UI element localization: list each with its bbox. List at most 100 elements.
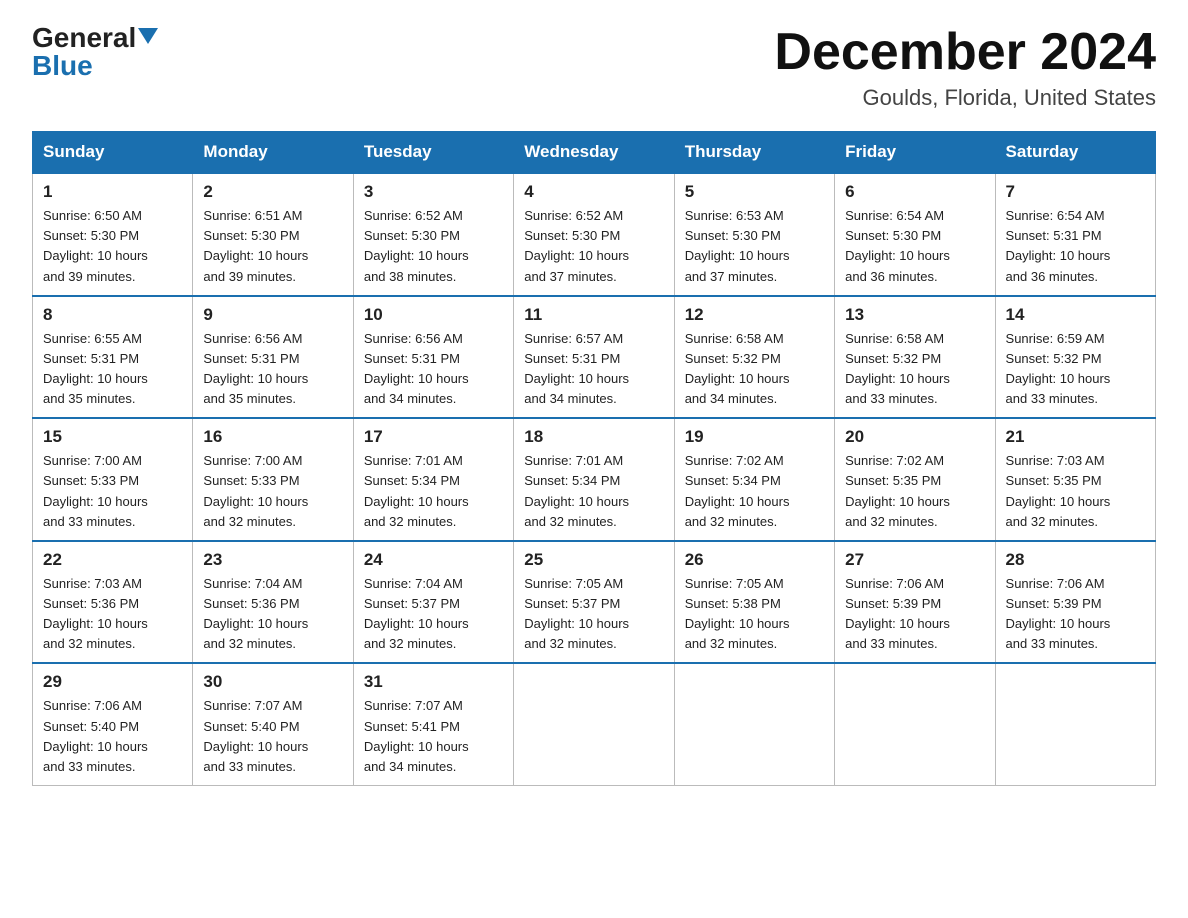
calendar-day-16: 16 Sunrise: 7:00 AM Sunset: 5:33 PM Dayli… xyxy=(193,418,353,541)
day-info: Sunrise: 6:50 AM Sunset: 5:30 PM Dayligh… xyxy=(43,206,182,287)
day-number: 4 xyxy=(524,182,663,202)
calendar-day-4: 4 Sunrise: 6:52 AM Sunset: 5:30 PM Daylig… xyxy=(514,173,674,296)
day-info: Sunrise: 7:05 AM Sunset: 5:37 PM Dayligh… xyxy=(524,574,663,655)
day-number: 5 xyxy=(685,182,824,202)
day-info: Sunrise: 7:01 AM Sunset: 5:34 PM Dayligh… xyxy=(364,451,503,532)
calendar-day-26: 26 Sunrise: 7:05 AM Sunset: 5:38 PM Dayli… xyxy=(674,541,834,664)
empty-cell xyxy=(514,663,674,785)
day-number: 8 xyxy=(43,305,182,325)
calendar-day-2: 2 Sunrise: 6:51 AM Sunset: 5:30 PM Daylig… xyxy=(193,173,353,296)
logo-triangle-icon xyxy=(138,28,158,44)
weekday-header-row: SundayMondayTuesdayWednesdayThursdayFrid… xyxy=(33,132,1156,174)
day-number: 2 xyxy=(203,182,342,202)
calendar-day-22: 22 Sunrise: 7:03 AM Sunset: 5:36 PM Dayli… xyxy=(33,541,193,664)
weekday-header-monday: Monday xyxy=(193,132,353,174)
weekday-header-friday: Friday xyxy=(835,132,995,174)
empty-cell xyxy=(835,663,995,785)
calendar-week-row-2: 8Sunrise: 6:55 AM Sunset: 5:31 PM Daylig… xyxy=(33,296,1156,419)
day-info: Sunrise: 7:02 AM Sunset: 5:35 PM Dayligh… xyxy=(845,451,984,532)
day-number: 24 xyxy=(364,550,503,570)
day-number: 17 xyxy=(364,427,503,447)
title-block: December 2024 Goulds, Florida, United St… xyxy=(774,24,1156,111)
day-info: Sunrise: 6:56 AM Sunset: 5:31 PM Dayligh… xyxy=(364,329,503,410)
calendar-day-5: 5Sunrise: 6:53 AM Sunset: 5:30 PM Daylig… xyxy=(674,173,834,296)
calendar-day-18: 18 Sunrise: 7:01 AM Sunset: 5:34 PM Dayli… xyxy=(514,418,674,541)
weekday-header-saturday: Saturday xyxy=(995,132,1155,174)
day-number: 20 xyxy=(845,427,984,447)
day-number: 30 xyxy=(203,672,342,692)
day-number: 16 xyxy=(203,427,342,447)
logo-blue-text: Blue xyxy=(32,52,93,80)
calendar-day-20: 20 Sunrise: 7:02 AM Sunset: 5:35 PM Dayli… xyxy=(835,418,995,541)
day-number: 31 xyxy=(364,672,503,692)
day-info: Sunrise: 7:07 AM Sunset: 5:41 PM Dayligh… xyxy=(364,696,503,777)
day-info: Sunrise: 6:52 AM Sunset: 5:30 PM Dayligh… xyxy=(524,206,663,287)
calendar-day-7: 7 Sunrise: 6:54 AM Sunset: 5:31 PM Daylig… xyxy=(995,173,1155,296)
day-number: 23 xyxy=(203,550,342,570)
day-number: 7 xyxy=(1006,182,1145,202)
day-info: Sunrise: 7:04 AM Sunset: 5:37 PM Dayligh… xyxy=(364,574,503,655)
calendar-day-11: 11 Sunrise: 6:57 AM Sunset: 5:31 PM Dayli… xyxy=(514,296,674,419)
day-info: Sunrise: 6:56 AM Sunset: 5:31 PM Dayligh… xyxy=(203,329,342,410)
page-header: General Blue December 2024 Goulds, Flori… xyxy=(32,24,1156,111)
calendar-day-6: 6Sunrise: 6:54 AM Sunset: 5:30 PM Daylig… xyxy=(835,173,995,296)
calendar-day-21: 21 Sunrise: 7:03 AM Sunset: 5:35 PM Dayli… xyxy=(995,418,1155,541)
day-info: Sunrise: 7:00 AM Sunset: 5:33 PM Dayligh… xyxy=(43,451,182,532)
day-info: Sunrise: 7:03 AM Sunset: 5:35 PM Dayligh… xyxy=(1006,451,1145,532)
day-info: Sunrise: 7:07 AM Sunset: 5:40 PM Dayligh… xyxy=(203,696,342,777)
day-number: 25 xyxy=(524,550,663,570)
empty-cell xyxy=(674,663,834,785)
day-number: 21 xyxy=(1006,427,1145,447)
day-info: Sunrise: 6:52 AM Sunset: 5:30 PM Dayligh… xyxy=(364,206,503,287)
calendar-day-23: 23Sunrise: 7:04 AM Sunset: 5:36 PM Dayli… xyxy=(193,541,353,664)
calendar-day-24: 24 Sunrise: 7:04 AM Sunset: 5:37 PM Dayli… xyxy=(353,541,513,664)
day-info: Sunrise: 6:59 AM Sunset: 5:32 PM Dayligh… xyxy=(1006,329,1145,410)
day-number: 3 xyxy=(364,182,503,202)
calendar-week-row-1: 1 Sunrise: 6:50 AM Sunset: 5:30 PM Daylig… xyxy=(33,173,1156,296)
day-number: 26 xyxy=(685,550,824,570)
day-info: Sunrise: 6:51 AM Sunset: 5:30 PM Dayligh… xyxy=(203,206,342,287)
calendar-day-10: 10Sunrise: 6:56 AM Sunset: 5:31 PM Dayli… xyxy=(353,296,513,419)
day-number: 19 xyxy=(685,427,824,447)
day-number: 12 xyxy=(685,305,824,325)
calendar-day-1: 1 Sunrise: 6:50 AM Sunset: 5:30 PM Daylig… xyxy=(33,173,193,296)
day-info: Sunrise: 7:02 AM Sunset: 5:34 PM Dayligh… xyxy=(685,451,824,532)
day-number: 1 xyxy=(43,182,182,202)
calendar-week-row-3: 15Sunrise: 7:00 AM Sunset: 5:33 PM Dayli… xyxy=(33,418,1156,541)
calendar-day-12: 12Sunrise: 6:58 AM Sunset: 5:32 PM Dayli… xyxy=(674,296,834,419)
day-number: 29 xyxy=(43,672,182,692)
day-info: Sunrise: 7:05 AM Sunset: 5:38 PM Dayligh… xyxy=(685,574,824,655)
day-info: Sunrise: 7:06 AM Sunset: 5:39 PM Dayligh… xyxy=(1006,574,1145,655)
day-number: 18 xyxy=(524,427,663,447)
weekday-header-wednesday: Wednesday xyxy=(514,132,674,174)
day-info: Sunrise: 6:54 AM Sunset: 5:30 PM Dayligh… xyxy=(845,206,984,287)
calendar-day-3: 3 Sunrise: 6:52 AM Sunset: 5:30 PM Daylig… xyxy=(353,173,513,296)
day-info: Sunrise: 6:58 AM Sunset: 5:32 PM Dayligh… xyxy=(845,329,984,410)
calendar-table: SundayMondayTuesdayWednesdayThursdayFrid… xyxy=(32,131,1156,786)
calendar-week-row-4: 22 Sunrise: 7:03 AM Sunset: 5:36 PM Dayli… xyxy=(33,541,1156,664)
calendar-day-13: 13Sunrise: 6:58 AM Sunset: 5:32 PM Dayli… xyxy=(835,296,995,419)
weekday-header-thursday: Thursday xyxy=(674,132,834,174)
calendar-day-27: 27Sunrise: 7:06 AM Sunset: 5:39 PM Dayli… xyxy=(835,541,995,664)
day-info: Sunrise: 6:54 AM Sunset: 5:31 PM Dayligh… xyxy=(1006,206,1145,287)
calendar-day-19: 19 Sunrise: 7:02 AM Sunset: 5:34 PM Dayli… xyxy=(674,418,834,541)
day-number: 22 xyxy=(43,550,182,570)
day-number: 14 xyxy=(1006,305,1145,325)
day-info: Sunrise: 6:57 AM Sunset: 5:31 PM Dayligh… xyxy=(524,329,663,410)
day-number: 11 xyxy=(524,305,663,325)
logo-general-text: General xyxy=(32,24,136,52)
day-info: Sunrise: 7:01 AM Sunset: 5:34 PM Dayligh… xyxy=(524,451,663,532)
day-info: Sunrise: 7:06 AM Sunset: 5:40 PM Dayligh… xyxy=(43,696,182,777)
calendar-week-row-5: 29 Sunrise: 7:06 AM Sunset: 5:40 PM Dayli… xyxy=(33,663,1156,785)
calendar-day-17: 17 Sunrise: 7:01 AM Sunset: 5:34 PM Dayli… xyxy=(353,418,513,541)
day-number: 9 xyxy=(203,305,342,325)
calendar-day-30: 30 Sunrise: 7:07 AM Sunset: 5:40 PM Dayli… xyxy=(193,663,353,785)
calendar-day-31: 31 Sunrise: 7:07 AM Sunset: 5:41 PM Dayli… xyxy=(353,663,513,785)
month-title: December 2024 xyxy=(774,24,1156,81)
day-info: Sunrise: 7:00 AM Sunset: 5:33 PM Dayligh… xyxy=(203,451,342,532)
weekday-header-tuesday: Tuesday xyxy=(353,132,513,174)
empty-cell xyxy=(995,663,1155,785)
day-number: 27 xyxy=(845,550,984,570)
day-info: Sunrise: 7:03 AM Sunset: 5:36 PM Dayligh… xyxy=(43,574,182,655)
day-number: 28 xyxy=(1006,550,1145,570)
